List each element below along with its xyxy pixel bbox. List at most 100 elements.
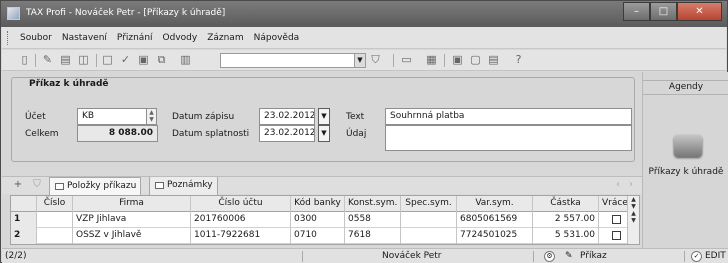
column-header: Firma <box>73 196 191 212</box>
bank-code-cell[interactable]: 0300 <box>291 212 345 228</box>
menu-soubor[interactable]: Soubor <box>20 33 52 43</box>
copy-icon[interactable]: ⧉ <box>155 54 168 67</box>
record-position: (2/2) <box>5 251 27 261</box>
amount-cell[interactable]: 2 557.00 <box>533 212 599 228</box>
window-icon[interactable]: ▢ <box>469 54 482 67</box>
status-separator <box>533 251 534 262</box>
constant-symbol-cell[interactable]: 7618 <box>345 228 401 244</box>
tab-label: Položky příkazu <box>67 181 137 191</box>
minimize-button[interactable]: – <box>623 2 650 21</box>
note-icon <box>155 182 164 189</box>
title-bar: TAX Profi - Nováček Petr - [Příkazy k úh… <box>1 1 727 27</box>
column-header: Var.sym. <box>457 196 533 212</box>
row-number: 2 <box>11 228 37 244</box>
tab-poznamky[interactable]: Poznámky <box>149 177 218 195</box>
status-separator <box>684 251 685 262</box>
data-field[interactable] <box>385 125 632 151</box>
toolbar: ▯ ✎ ▤ ◫ □ ✓ ▣ ⧉ ▥ ▼ ⛉ ▭ ▦ ▣ ▢ ▤ ? <box>2 50 726 71</box>
row-number: 1 <box>11 212 37 228</box>
new-icon[interactable]: □ <box>101 54 114 67</box>
layout-icon[interactable]: ▣ <box>451 54 464 67</box>
tab-scroll-left-icon[interactable]: ‹ <box>612 180 624 192</box>
menu-zaznam[interactable]: Záznam <box>207 33 243 43</box>
menu-priznani[interactable]: Přiznání <box>117 33 153 43</box>
save-icon[interactable]: ▣ <box>137 54 150 67</box>
edit-status: EDIT <box>705 251 726 261</box>
text-label: Text <box>346 112 365 122</box>
payment-orders-icon[interactable] <box>674 135 702 157</box>
specific-symbol-cell[interactable] <box>401 212 457 228</box>
print-icon[interactable]: ▤ <box>59 54 72 67</box>
number-cell[interactable] <box>37 212 73 228</box>
preview-icon[interactable]: ◫ <box>77 54 90 67</box>
status-separator <box>302 251 303 262</box>
column-header: Částka <box>533 196 599 212</box>
column-header: Spec.sym. <box>401 196 457 212</box>
tab-polozky-prikazu[interactable]: Položky příkazu <box>49 177 142 195</box>
toolbar-dropdown-button[interactable]: ▼ <box>355 53 366 68</box>
table-scrollbar[interactable]: ▲ ▼ ▲ ▼ <box>627 196 639 244</box>
filter-icon[interactable]: ⛉ <box>369 54 382 67</box>
settings-icon: ⚙ <box>544 251 555 262</box>
firm-cell[interactable]: VZP Jihlava <box>73 212 191 228</box>
account-cell[interactable]: 1011-7922681 <box>191 228 291 244</box>
text-field[interactable]: Souhrnná platba <box>385 108 632 125</box>
menu-grip-icon <box>7 31 10 45</box>
variable-symbol-cell[interactable]: 6805061569 <box>457 212 533 228</box>
variable-symbol-cell[interactable]: 7724501025 <box>457 228 533 244</box>
table-row[interactable]: 1 VZP Jihlava 201760006 0300 0558 680506… <box>11 212 635 228</box>
menu-nastaveni[interactable]: Nastavení <box>62 33 107 43</box>
column-header: Kód banky <box>291 196 345 212</box>
paste-icon[interactable]: ▥ <box>179 54 192 67</box>
account-field[interactable]: KB <box>77 108 147 125</box>
amount-cell[interactable]: 5 531.00 <box>533 228 599 244</box>
data-label: Údaj <box>346 129 367 139</box>
toolbar-separator <box>35 54 36 67</box>
window-controls: – □ ✕ <box>623 2 722 21</box>
due-date-label: Datum splatnosti <box>172 129 250 139</box>
bank-code-cell[interactable]: 0710 <box>291 228 345 244</box>
help-icon[interactable]: ? <box>512 54 525 67</box>
column-header: Číslo <box>37 196 73 212</box>
table-row[interactable]: 2 OSSZ v Jihlavě 1011-7922681 0710 7618 … <box>11 228 635 244</box>
mode-label: Příkaz <box>580 251 607 261</box>
add-icon[interactable]: + <box>12 180 24 192</box>
menu-bar: Soubor Nastavení Přiznání Odvody Záznam … <box>2 27 726 49</box>
agenda-sidebar: Agendy Příkazy k úhradě <box>642 72 728 254</box>
filter-icon[interactable]: ⛉ <box>31 180 43 192</box>
account-spinner[interactable]: ▲ ▼ <box>146 108 157 125</box>
returned-checkbox[interactable] <box>612 231 621 240</box>
total-label: Celkem <box>25 129 59 139</box>
total-value: 8 088.00 <box>77 125 158 142</box>
tab-scroll-right-icon[interactable]: › <box>625 180 637 192</box>
returned-checkbox[interactable] <box>612 215 621 224</box>
entry-date-field[interactable]: 23.02.2012 <box>259 108 315 125</box>
menu-odvody[interactable]: Odvody <box>163 33 198 43</box>
pen-icon: ✎ <box>565 251 573 261</box>
approve-icon[interactable]: ✓ <box>119 54 132 67</box>
close-button[interactable]: ✕ <box>677 2 722 21</box>
due-date-dropdown-button[interactable]: ▼ <box>318 125 330 142</box>
menu-napoveda[interactable]: Nápověda <box>254 33 300 43</box>
edit-icon[interactable]: ✎ <box>41 54 54 67</box>
toolbar-search-input[interactable] <box>220 53 355 68</box>
app-icon <box>7 7 20 20</box>
account-cell[interactable]: 201760006 <box>191 212 291 228</box>
firm-cell[interactable]: OSSZ v Jihlavě <box>73 228 191 244</box>
entry-date-label: Datum zápisu <box>172 112 235 122</box>
calendar-icon[interactable]: ▦ <box>425 54 438 67</box>
folder-icon[interactable]: ▭ <box>400 54 413 67</box>
current-user: Nováček Petr <box>382 251 442 261</box>
specific-symbol-cell[interactable] <box>401 228 457 244</box>
document-icon[interactable]: ▯ <box>18 54 31 67</box>
detail-tabs: + ⛉ Položky příkazu Poznámky ‹ › <box>2 176 642 195</box>
number-cell[interactable] <box>37 228 73 244</box>
column-header: Číslo účtu <box>191 196 291 212</box>
due-date-field[interactable]: 23.02.2012 <box>259 125 315 142</box>
table-icon[interactable]: ▤ <box>487 54 500 67</box>
status-bar: (2/2) Nováček Petr ⚙ ✎ Příkaz ✓ EDIT <box>2 248 728 263</box>
payment-orders-label[interactable]: Příkazy k úhradě <box>643 167 728 177</box>
constant-symbol-cell[interactable]: 0558 <box>345 212 401 228</box>
maximize-button[interactable]: □ <box>650 2 677 21</box>
entry-date-dropdown-button[interactable]: ▼ <box>318 108 330 125</box>
